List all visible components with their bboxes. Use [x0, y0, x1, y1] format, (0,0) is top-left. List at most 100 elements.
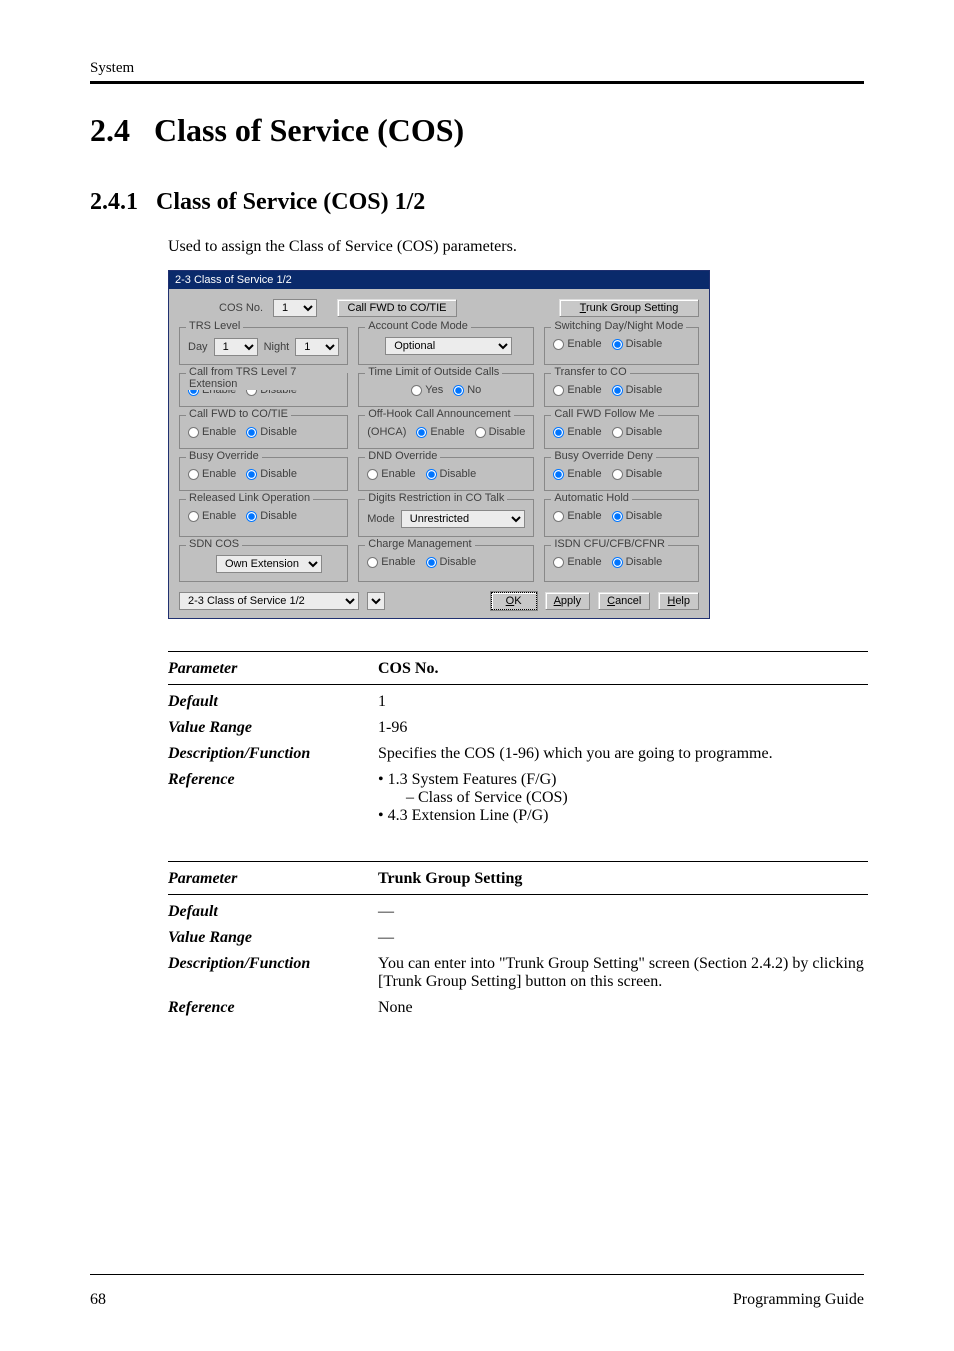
offhook-disable-radio[interactable]: Disable — [475, 426, 526, 438]
group-title-autohold: Automatic Hold — [551, 492, 632, 504]
apply-button[interactable]: Apply — [545, 592, 591, 610]
group-time-limit: Time Limit of Outside Calls Yes No — [358, 373, 534, 407]
group-busy-override: Busy Override Enable Disable — [179, 457, 348, 491]
group-title-charge: Charge Management — [365, 538, 474, 550]
ok-button[interactable]: OK — [491, 592, 537, 610]
trs-day-select[interactable]: 1 — [214, 338, 258, 356]
charge-disable-radio[interactable]: Disable — [426, 556, 477, 568]
trunk-group-setting-button[interactable]: Trunk Group Setting — [559, 299, 699, 317]
dnd-enable-radio[interactable]: Enable — [367, 468, 415, 480]
parameter-row-value: Specifies the COS (1-96) which you are g… — [378, 745, 868, 763]
footer-rule — [90, 1274, 864, 1275]
group-title-digits: Digits Restriction in CO Talk — [365, 492, 507, 504]
daynight-disable-radio[interactable]: Disable — [612, 338, 663, 350]
group-transfer-co: Transfer to CO Enable Disable — [544, 373, 699, 407]
parameter-row: Default— — [168, 899, 868, 925]
busyoverride-disable-radio[interactable]: Disable — [246, 468, 297, 480]
cos-no-select[interactable]: 1 — [273, 299, 317, 317]
doc-title: Programming Guide — [733, 1291, 864, 1309]
reference-item: • 4.3 Extension Line (P/G) — [378, 807, 868, 825]
group-charge-mgmt: Charge Management Enable Disable — [358, 545, 534, 582]
parameter-key: Parameter — [168, 870, 378, 888]
call-fwd-cotie-button[interactable]: Call FWD to CO/TIE — [337, 299, 457, 317]
group-title-timelimit: Time Limit of Outside Calls — [365, 366, 502, 378]
parameter-row: Default1 — [168, 689, 868, 715]
parameter-row-value: 1-96 — [378, 719, 868, 737]
trs-day-label: Day — [188, 341, 208, 353]
group-switching-daynight: Switching Day/Night Mode Enable Disable — [544, 327, 699, 365]
fwdcotie-enable-radio[interactable]: Enable — [188, 426, 236, 438]
group-title-transfer-co: Transfer to CO — [551, 366, 629, 378]
group-fwd-cotie: Call FWD to CO/TIE Enable Disable — [179, 415, 348, 449]
group-sdn-cos: SDN COS Own Extension — [179, 545, 348, 582]
timelimit-no-radio[interactable]: No — [453, 384, 481, 396]
trs-night-select[interactable]: 1 — [295, 338, 339, 356]
section-heading: 2.4.1 Class of Service (COS) 1/2 — [90, 189, 864, 216]
group-account-code: Account Code Mode Optional — [358, 327, 534, 365]
busyoverride-enable-radio[interactable]: Enable — [188, 468, 236, 480]
fwdfollow-enable-radio[interactable]: Enable — [553, 426, 601, 438]
released-enable-radio[interactable]: Enable — [188, 510, 236, 522]
parameter-row-key: Value Range — [168, 719, 378, 737]
group-fwdfollow: Call FWD Follow Me Enable Disable — [544, 415, 699, 449]
intro-paragraph: Used to assign the Class of Service (COS… — [168, 238, 864, 256]
group-title-busydeny: Busy Override Deny — [551, 450, 655, 462]
dialog-footer: 2-3 Class of Service 1/2 OK Apply Cancel… — [179, 592, 699, 610]
group-busy-override-deny: Busy Override Deny Enable Disable — [544, 457, 699, 491]
reference-item: • 1.3 System Features (F/G) — [378, 771, 868, 789]
parameter-title-row: ParameterTrunk Group Setting — [168, 866, 868, 895]
autohold-disable-radio[interactable]: Disable — [612, 510, 663, 522]
fwdcotie-disable-radio[interactable]: Disable — [246, 426, 297, 438]
parameter-row-key: Reference — [168, 999, 378, 1017]
parameter-row-value: • 1.3 System Features (F/G)– Class of Se… — [378, 771, 868, 825]
parameter-row: Description/FunctionSpecifies the COS (1… — [168, 741, 868, 767]
group-trs7: Call from TRS Level 7 Extension Enable D… — [179, 373, 348, 407]
cancel-button[interactable]: Cancel — [598, 592, 650, 610]
charge-enable-radio[interactable]: Enable — [367, 556, 415, 568]
cos-dialog: 2-3 Class of Service 1/2 COS No. 1 Call … — [168, 270, 710, 619]
group-title-isdn: ISDN CFU/CFB/CFNR — [551, 538, 668, 550]
parameter-block: ParameterTrunk Group SettingDefault—Valu… — [168, 861, 868, 1021]
group-title-released-link: Released Link Operation — [186, 492, 313, 504]
transferco-disable-radio[interactable]: Disable — [612, 384, 663, 396]
busydeny-disable-radio[interactable]: Disable — [612, 468, 663, 480]
isdn-enable-radio[interactable]: Enable — [553, 556, 601, 568]
group-dnd-override: DND Override Enable Disable — [358, 457, 534, 491]
help-button[interactable]: Help — [658, 592, 699, 610]
cos-no-label: COS No. — [219, 302, 263, 314]
autohold-enable-radio[interactable]: Enable — [553, 510, 601, 522]
transferco-enable-radio[interactable]: Enable — [553, 384, 601, 396]
parameter-row-key: Reference — [168, 771, 378, 825]
header-rule — [90, 81, 864, 84]
parameter-key: Parameter — [168, 660, 378, 678]
group-title-offhook: Off-Hook Call Announcement — [365, 408, 513, 420]
screen-nav-dropdown[interactable] — [367, 592, 385, 610]
daynight-enable-radio[interactable]: Enable — [553, 338, 601, 350]
offhook-prefix: (OHCA) — [367, 426, 406, 438]
account-code-select[interactable]: Optional — [385, 337, 511, 355]
page-section-header: System — [90, 60, 864, 77]
parameter-row-value: You can enter into "Trunk Group Setting"… — [378, 955, 868, 991]
screen-nav-select[interactable]: 2-3 Class of Service 1/2 — [179, 592, 359, 610]
timelimit-yes-radio[interactable]: Yes — [411, 384, 443, 396]
dnd-disable-radio[interactable]: Disable — [426, 468, 477, 480]
group-title-dnd: DND Override — [365, 450, 440, 462]
parameter-row-key: Description/Function — [168, 955, 378, 991]
group-title-daynight: Switching Day/Night Mode — [551, 320, 686, 332]
released-disable-radio[interactable]: Disable — [246, 510, 297, 522]
digits-mode-select[interactable]: Unrestricted — [401, 510, 526, 528]
group-digits-restrict: Digits Restriction in CO Talk Mode Unres… — [358, 499, 534, 537]
group-title-account: Account Code Mode — [365, 320, 471, 332]
parameter-name: COS No. — [378, 660, 868, 678]
sdn-cos-select[interactable]: Own Extension — [216, 555, 322, 573]
busydeny-enable-radio[interactable]: Enable — [553, 468, 601, 480]
parameter-row-key: Default — [168, 903, 378, 921]
group-trs-level: TRS Level Day 1 Night 1 — [179, 327, 348, 365]
parameter-row: ReferenceNone — [168, 995, 868, 1021]
digits-mode-label: Mode — [367, 513, 395, 525]
parameter-row: Value Range1-96 — [168, 715, 868, 741]
isdn-disable-radio[interactable]: Disable — [612, 556, 663, 568]
page-number: 68 — [90, 1291, 106, 1309]
offhook-enable-radio[interactable]: Enable — [416, 426, 464, 438]
fwdfollow-disable-radio[interactable]: Disable — [612, 426, 663, 438]
